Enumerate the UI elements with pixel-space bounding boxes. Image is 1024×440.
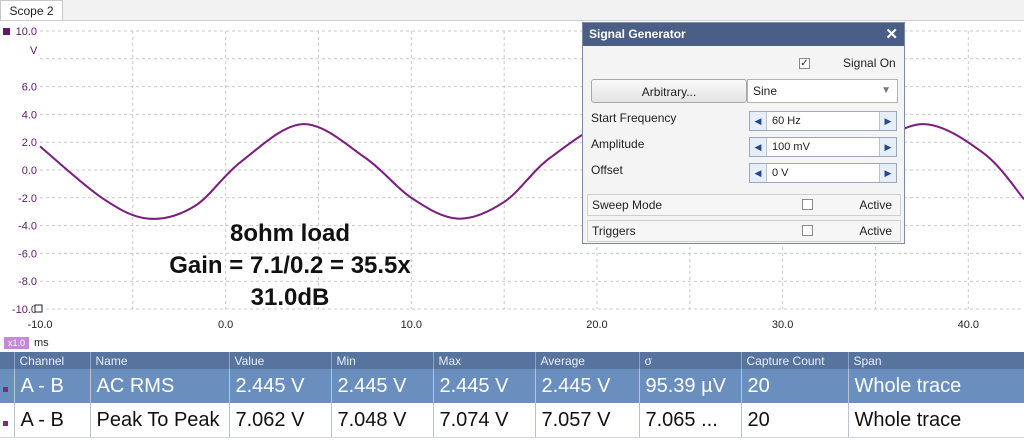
x-tick-label: 30.0 bbox=[772, 319, 793, 331]
annotation-line-1: 8ohm load bbox=[229, 220, 350, 247]
header-span[interactable]: Span bbox=[848, 352, 1024, 369]
increment-icon[interactable]: ▶ bbox=[879, 138, 896, 156]
cell-sigma: 95.39 µV bbox=[639, 369, 742, 403]
annotation-overlay: 8ohm load Gain = 7.1/0.2 = 35.5x 31.0dB bbox=[140, 218, 440, 314]
cell-average: 7.057 V bbox=[535, 403, 640, 438]
header-average[interactable]: Average bbox=[535, 352, 640, 369]
cell-name: AC RMS bbox=[90, 369, 230, 403]
y-tick-label: -2.0 bbox=[18, 193, 37, 205]
triggers-label: Triggers bbox=[592, 224, 636, 238]
triggers-active-label: Active bbox=[859, 224, 892, 238]
y-axis-unit: V bbox=[30, 45, 38, 57]
y-tick-label: 0.0 bbox=[22, 165, 37, 177]
signal-generator-title: Signal Generator bbox=[589, 27, 686, 41]
x-tick-label: 0.0 bbox=[218, 319, 233, 331]
cell-min: 2.445 V bbox=[331, 369, 434, 403]
tab-scope-2[interactable]: Scope 2 bbox=[0, 0, 63, 20]
signal-generator-dialog: Signal Generator ✕ ✓ Signal On Arbitrary… bbox=[582, 22, 905, 244]
header-name[interactable]: Name bbox=[90, 352, 230, 369]
row-marker bbox=[0, 369, 15, 403]
sweep-mode-active-label: Active bbox=[859, 198, 892, 212]
x-scale-indicator: x1.0 ms bbox=[4, 335, 49, 349]
sweep-mode-label: Sweep Mode bbox=[592, 198, 663, 212]
cell-value: 2.445 V bbox=[229, 369, 332, 403]
x-tick-label: 40.0 bbox=[958, 319, 979, 331]
annotation-line-2: Gain = 7.1/0.2 = 35.5x bbox=[169, 252, 411, 279]
header-min[interactable]: Min bbox=[331, 352, 434, 369]
measurements-table: Channel Name Value Min Max Average σ Cap… bbox=[0, 352, 1024, 438]
cell-min: 7.048 V bbox=[331, 403, 434, 438]
triggers-checkbox[interactable] bbox=[802, 225, 813, 236]
measurements-header-row: Channel Name Value Min Max Average σ Cap… bbox=[0, 352, 1024, 369]
header-max[interactable]: Max bbox=[433, 352, 536, 369]
sweep-mode-section[interactable]: Sweep Mode Active bbox=[587, 194, 901, 216]
decrement-icon[interactable]: ◀ bbox=[750, 164, 767, 182]
increment-icon[interactable]: ▶ bbox=[879, 112, 896, 130]
increment-icon[interactable]: ▶ bbox=[879, 164, 896, 182]
start-frequency-value[interactable]: 60 Hz bbox=[772, 112, 801, 130]
channel-color-marker bbox=[3, 28, 10, 35]
chevron-down-icon: ▼ bbox=[881, 85, 891, 96]
y-tick-label: -8.0 bbox=[18, 276, 37, 288]
offset-spinner[interactable]: ◀ 0 V ▶ bbox=[749, 163, 897, 183]
cell-channel: A - B bbox=[14, 369, 91, 403]
cell-span: Whole trace bbox=[848, 369, 1024, 403]
cell-name: Peak To Peak bbox=[90, 403, 230, 438]
y-tick-label: 4.0 bbox=[22, 109, 37, 121]
y-tick-label: 6.0 bbox=[22, 82, 37, 94]
header-channel[interactable]: Channel bbox=[14, 352, 91, 369]
y-tick-label: -4.0 bbox=[18, 221, 37, 233]
header-value[interactable]: Value bbox=[229, 352, 332, 369]
x-zoom-badge[interactable]: x1.0 bbox=[4, 337, 30, 349]
zoom-handle[interactable] bbox=[34, 304, 43, 313]
signal-on-checkbox[interactable]: ✓ bbox=[799, 58, 810, 69]
y-tick-label: 10.0 bbox=[16, 26, 37, 38]
tab-bar: Scope 2 bbox=[0, 0, 1024, 21]
start-frequency-spinner[interactable]: ◀ 60 Hz ▶ bbox=[749, 111, 897, 131]
cell-average: 2.445 V bbox=[535, 369, 640, 403]
header-sigma[interactable]: σ bbox=[639, 352, 742, 369]
arbitrary-button[interactable]: Arbitrary... bbox=[591, 79, 747, 103]
table-row[interactable]: A - B Peak To Peak 7.062 V 7.048 V 7.074… bbox=[0, 403, 1024, 438]
close-icon[interactable]: ✕ bbox=[885, 23, 898, 46]
offset-label: Offset bbox=[591, 163, 623, 177]
header-capture-count[interactable]: Capture Count bbox=[741, 352, 849, 369]
waveform-select[interactable]: Sine ▼ bbox=[747, 79, 898, 103]
x-tick-label: 20.0 bbox=[586, 319, 607, 331]
triggers-section[interactable]: Triggers Active bbox=[587, 220, 901, 242]
row-marker bbox=[0, 403, 15, 438]
y-tick-label: -6.0 bbox=[18, 248, 37, 260]
annotation-line-3: 31.0dB bbox=[250, 284, 330, 311]
signal-generator-title-bar[interactable]: Signal Generator ✕ bbox=[583, 23, 904, 46]
cell-max: 7.074 V bbox=[433, 403, 536, 438]
cell-capture-count: 20 bbox=[741, 369, 849, 403]
x-axis-unit: ms bbox=[34, 337, 49, 349]
x-tick-label: 10.0 bbox=[401, 319, 422, 331]
start-frequency-label: Start Frequency bbox=[591, 111, 677, 125]
table-row[interactable]: A - B AC RMS 2.445 V 2.445 V 2.445 V 2.4… bbox=[0, 369, 1024, 403]
amplitude-spinner[interactable]: ◀ 100 mV ▶ bbox=[749, 137, 897, 157]
decrement-icon[interactable]: ◀ bbox=[750, 138, 767, 156]
y-tick-label: -10.0 bbox=[12, 304, 37, 316]
cell-span: Whole trace bbox=[848, 403, 1024, 438]
cell-value: 7.062 V bbox=[229, 403, 332, 438]
sweep-mode-checkbox[interactable] bbox=[802, 199, 813, 210]
cell-channel: A - B bbox=[14, 403, 91, 438]
cell-sigma: 7.065 ... bbox=[639, 403, 742, 438]
cell-max: 2.445 V bbox=[433, 369, 536, 403]
cell-capture-count: 20 bbox=[741, 403, 849, 438]
waveform-select-value: Sine bbox=[753, 84, 778, 98]
x-tick-label: -10.0 bbox=[27, 319, 52, 331]
amplitude-label: Amplitude bbox=[591, 137, 645, 151]
header-marker-cell bbox=[0, 352, 15, 369]
y-tick-label: 2.0 bbox=[22, 137, 37, 149]
decrement-icon[interactable]: ◀ bbox=[750, 112, 767, 130]
signal-on-label: Signal On bbox=[843, 56, 896, 70]
offset-value[interactable]: 0 V bbox=[772, 164, 789, 182]
amplitude-value[interactable]: 100 mV bbox=[772, 138, 810, 156]
